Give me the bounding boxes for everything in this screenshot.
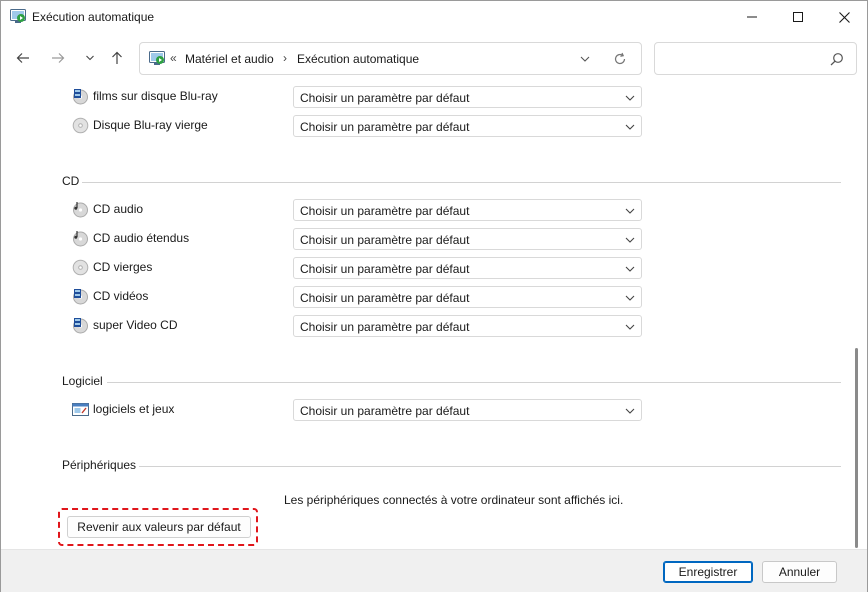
reset-button-highlight: Revenir aux valeurs par défaut [58, 508, 258, 546]
software-games-select[interactable]: Choisir un paramètre par défaut [293, 399, 642, 421]
select-value: Choisir un paramètre par défaut [300, 91, 470, 105]
navigation-bar: « Matériel et audio › Exécution automati… [1, 33, 867, 85]
window-title: Exécution automatique [32, 10, 155, 24]
video-cd-select[interactable]: Choisir un paramètre par défaut [293, 286, 642, 308]
maximize-button[interactable] [775, 1, 821, 33]
blank-cd-icon [72, 259, 89, 276]
reset-defaults-button[interactable]: Revenir aux valeurs par défaut [67, 516, 251, 538]
group-divider [82, 182, 841, 183]
chevron-down-icon [625, 295, 635, 301]
select-value: Choisir un paramètre par défaut [300, 204, 470, 218]
group-title-software: Logiciel [62, 374, 103, 388]
row-label: CD vidéos [93, 289, 149, 303]
chevron-down-icon [625, 237, 635, 243]
bluray-movie-icon [73, 89, 88, 105]
select-value: Choisir un paramètre par défaut [300, 291, 470, 305]
recent-locations-button[interactable] [79, 47, 101, 69]
up-button[interactable] [106, 47, 128, 69]
chevron-down-icon [625, 324, 635, 330]
row-label: CD audio étendus [93, 231, 190, 245]
dialog-footer: Enregistrer Annuler [1, 549, 867, 592]
group-title-devices: Périphériques [62, 458, 137, 472]
refresh-icon[interactable] [611, 50, 629, 68]
row-label: Disque Blu-ray vierge [93, 118, 208, 132]
minimize-icon [747, 16, 757, 18]
address-bar[interactable]: « Matériel et audio › Exécution automati… [139, 42, 642, 75]
super-video-cd-icon [73, 318, 88, 334]
audio-cd-select[interactable]: Choisir un paramètre par défaut [293, 199, 642, 221]
video-cd-icon [73, 289, 88, 305]
row-label: CD vierges [93, 260, 153, 274]
row-label: films sur disque Blu-ray [93, 89, 218, 103]
arrow-right-icon [52, 53, 65, 63]
super-video-cd-select[interactable]: Choisir un paramètre par défaut [293, 315, 642, 337]
address-dropdown-icon[interactable] [577, 51, 593, 67]
select-value: Choisir un paramètre par défaut [300, 120, 470, 134]
cancel-button[interactable]: Annuler [762, 561, 837, 583]
close-button[interactable] [821, 1, 867, 33]
select-value: Choisir un paramètre par défaut [300, 404, 470, 418]
arrow-up-icon [112, 51, 122, 64]
chevron-down-icon [625, 408, 635, 414]
close-icon [838, 11, 850, 23]
row-label: logiciels et jeux [93, 402, 175, 416]
title-bar: Exécution automatique [1, 1, 867, 33]
bluray-movie-select[interactable]: Choisir un paramètre par défaut [293, 86, 642, 108]
chevron-down-icon [625, 208, 635, 214]
vertical-scrollbar[interactable] [855, 85, 859, 549]
blank-disc-icon [72, 117, 89, 134]
breadcrumb-separator[interactable]: › [283, 51, 287, 65]
search-icon [830, 53, 843, 66]
back-button[interactable] [12, 47, 34, 69]
breadcrumb-overflow[interactable]: « [170, 51, 177, 65]
chevron-down-icon [625, 95, 635, 101]
enhanced-audio-cd-select[interactable]: Choisir un paramètre par défaut [293, 228, 642, 250]
search-input[interactable] [654, 42, 857, 75]
group-divider [139, 466, 841, 467]
group-title-cd: CD [62, 174, 80, 188]
chevron-down-icon [625, 124, 635, 130]
control-panel-autoplay-icon [149, 51, 165, 65]
group-divider [107, 382, 841, 383]
minimize-button[interactable] [729, 1, 775, 33]
control-panel-autoplay-icon [10, 9, 26, 23]
enhanced-audio-cd-icon [73, 231, 88, 247]
forward-button[interactable] [47, 47, 69, 69]
devices-empty-message: Les périphériques connectés à votre ordi… [284, 493, 624, 507]
select-value: Choisir un paramètre par défaut [300, 262, 470, 276]
scrollbar-thumb[interactable] [855, 348, 858, 548]
audio-cd-icon [73, 202, 88, 218]
save-button[interactable]: Enregistrer [663, 561, 753, 583]
software-games-icon [72, 403, 89, 416]
breadcrumb-hardware-sound[interactable]: Matériel et audio [185, 52, 274, 66]
select-value: Choisir un paramètre par défaut [300, 320, 470, 334]
arrow-left-icon [16, 53, 29, 63]
chevron-down-icon [86, 55, 94, 61]
chevron-down-icon [625, 266, 635, 272]
autoplay-window: Exécution automatique « Matériel et audi… [0, 0, 868, 592]
blank-cd-select[interactable]: Choisir un paramètre par défaut [293, 257, 642, 279]
maximize-icon [793, 12, 803, 22]
autoplay-settings-list: films sur disque Blu-ray Choisir un para… [1, 85, 867, 549]
row-label: super Video CD [93, 318, 178, 332]
blank-bluray-select[interactable]: Choisir un paramètre par défaut [293, 115, 642, 137]
row-label: CD audio [93, 202, 144, 216]
select-value: Choisir un paramètre par défaut [300, 233, 470, 247]
breadcrumb-autoplay[interactable]: Exécution automatique [297, 52, 419, 66]
